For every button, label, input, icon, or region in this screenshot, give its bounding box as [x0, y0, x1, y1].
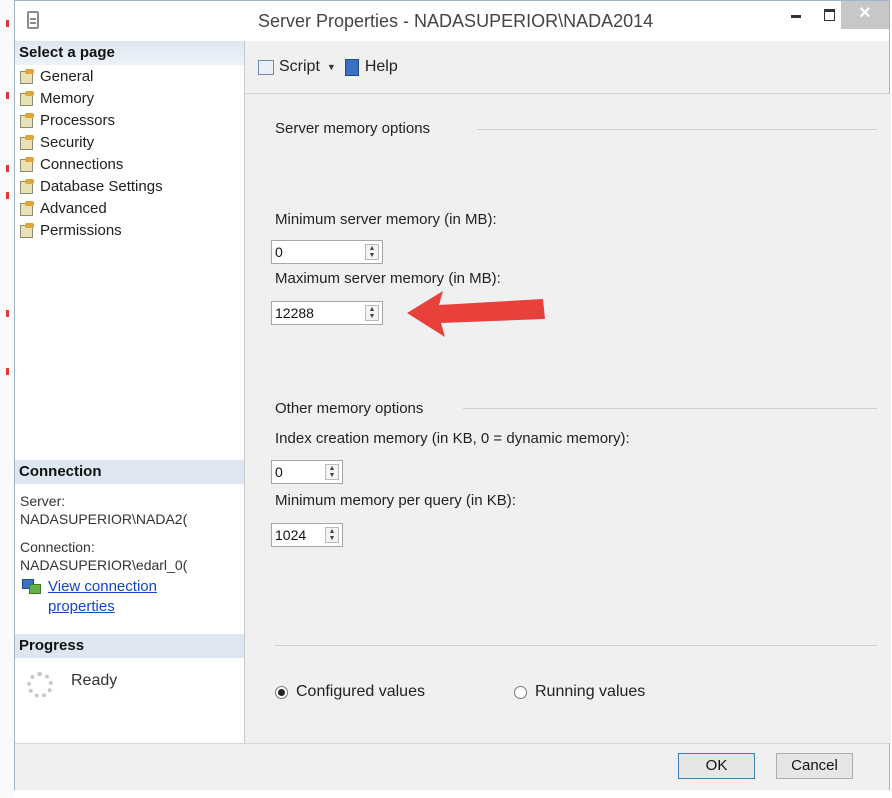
configured-values-radio[interactable]: Configured values	[275, 683, 425, 701]
page-item-advanced[interactable]: Advanced	[15, 197, 244, 219]
max-server-memory-stepper[interactable]: 12288 ▲ ▼	[271, 301, 383, 325]
progress-spinner-icon	[27, 672, 53, 698]
progress-section: Progress Ready	[15, 634, 244, 698]
running-values-radio[interactable]: Running values	[514, 683, 645, 701]
page-label: Memory	[40, 89, 95, 107]
spinner-arrows-icon[interactable]: ▲ ▼	[365, 305, 379, 321]
progress-status: Ready	[71, 672, 118, 689]
memory-page-content: Server memory options Minimum server mem…	[245, 94, 891, 743]
title-bar: Server Properties - NADASUPERIOR\NADA201…	[15, 1, 889, 41]
connection-properties-icon	[20, 577, 42, 594]
group-divider	[463, 408, 877, 409]
page-label: Security	[40, 133, 95, 151]
group-divider	[477, 129, 877, 130]
page-label: Connections	[40, 155, 124, 173]
help-book-icon	[343, 58, 361, 76]
cancel-button[interactable]: Cancel	[776, 753, 853, 779]
window-title: Server Properties - NADASUPERIOR\NADA201…	[258, 11, 654, 31]
page-item-security[interactable]: Security	[15, 131, 244, 153]
link-text-line1[interactable]: View connection	[48, 577, 157, 597]
connection-value: NADASUPERIOR\edarl_0(	[20, 557, 188, 573]
min-memory-per-query-stepper[interactable]: 1024 ▲ ▼	[271, 523, 343, 547]
min-memory-per-query-label: Minimum memory per query (in KB):	[275, 492, 516, 509]
property-page-icon	[19, 179, 35, 194]
spinner-arrows-icon[interactable]: ▲ ▼	[365, 244, 379, 260]
min-memory-per-query-value: 1024	[275, 527, 307, 543]
minimize-button[interactable]	[781, 1, 811, 29]
server-value: NADASUPERIOR\NADA2(	[20, 511, 188, 527]
min-server-memory-label: Minimum server memory (in MB):	[275, 211, 497, 228]
property-page-icon	[19, 135, 35, 150]
radio-divider	[275, 645, 877, 646]
connection-section: Connection Server: NADASUPERIOR\NADA2( C…	[15, 460, 244, 617]
radio-checked-icon[interactable]	[275, 685, 288, 699]
help-button[interactable]: Help	[343, 58, 398, 76]
page-label: General	[40, 67, 94, 85]
spinner-arrows-icon[interactable]: ▲ ▼	[325, 527, 339, 543]
page-label: Permissions	[40, 221, 122, 239]
sql-document-icon	[27, 11, 39, 29]
other-memory-group-label: Other memory options	[275, 400, 424, 417]
red-arrow-annotation-icon	[407, 291, 545, 337]
toolbar: Script ▼ Help	[245, 41, 889, 94]
spinner-arrows-icon[interactable]: ▲ ▼	[325, 464, 339, 480]
left-panel: Select a page General Memory Processors …	[15, 41, 245, 743]
index-creation-memory-value: 0	[275, 464, 283, 480]
property-page-icon	[19, 113, 35, 128]
page-item-database-settings[interactable]: Database Settings	[15, 175, 244, 197]
radio-unchecked-icon[interactable]	[514, 685, 527, 699]
index-creation-memory-label: Index creation memory (in KB, 0 = dynami…	[275, 430, 630, 447]
page-item-general[interactable]: General	[15, 65, 244, 87]
dialog-footer: OK Cancel	[15, 743, 889, 790]
page-list: General Memory Processors Security Conne…	[15, 65, 244, 241]
server-memory-group-label: Server memory options	[275, 120, 431, 137]
script-label: Script	[279, 58, 320, 75]
property-page-icon	[19, 157, 35, 172]
page-item-permissions[interactable]: Permissions	[15, 219, 244, 241]
ok-button[interactable]: OK	[678, 753, 755, 779]
property-page-icon	[19, 91, 35, 106]
property-page-icon	[19, 201, 35, 216]
connection-label: Connection:	[20, 539, 95, 555]
property-page-icon	[19, 69, 35, 84]
close-button[interactable]: ✕	[841, 1, 889, 29]
page-item-connections[interactable]: Connections	[15, 153, 244, 175]
page-label: Processors	[40, 111, 116, 129]
min-server-memory-stepper[interactable]: 0 ▲ ▼	[271, 240, 383, 264]
background-edge	[0, 0, 14, 798]
connection-header: Connection	[15, 460, 244, 484]
link-text-line2[interactable]: properties	[48, 597, 157, 617]
server-label: Server:	[20, 493, 66, 509]
select-page-header: Select a page	[15, 41, 244, 65]
view-connection-properties-link[interactable]: View connection properties	[20, 577, 239, 617]
configured-values-label: Configured values	[296, 683, 425, 700]
index-creation-memory-stepper[interactable]: 0 ▲ ▼	[271, 460, 343, 484]
page-label: Database Settings	[40, 177, 163, 195]
property-page-icon	[19, 223, 35, 238]
page-item-memory[interactable]: Memory	[15, 87, 244, 109]
running-values-label: Running values	[535, 683, 646, 700]
page-label: Advanced	[40, 199, 107, 217]
server-properties-dialog: Server Properties - NADASUPERIOR\NADA201…	[14, 0, 891, 790]
script-dropdown-arrow-icon[interactable]: ▼	[327, 62, 336, 72]
script-icon	[257, 59, 275, 75]
page-item-processors[interactable]: Processors	[15, 109, 244, 131]
max-server-memory-value: 12288	[275, 305, 314, 321]
script-button[interactable]: Script	[257, 58, 320, 76]
min-server-memory-value: 0	[275, 244, 283, 260]
help-label: Help	[364, 58, 398, 75]
progress-header: Progress	[15, 634, 244, 658]
